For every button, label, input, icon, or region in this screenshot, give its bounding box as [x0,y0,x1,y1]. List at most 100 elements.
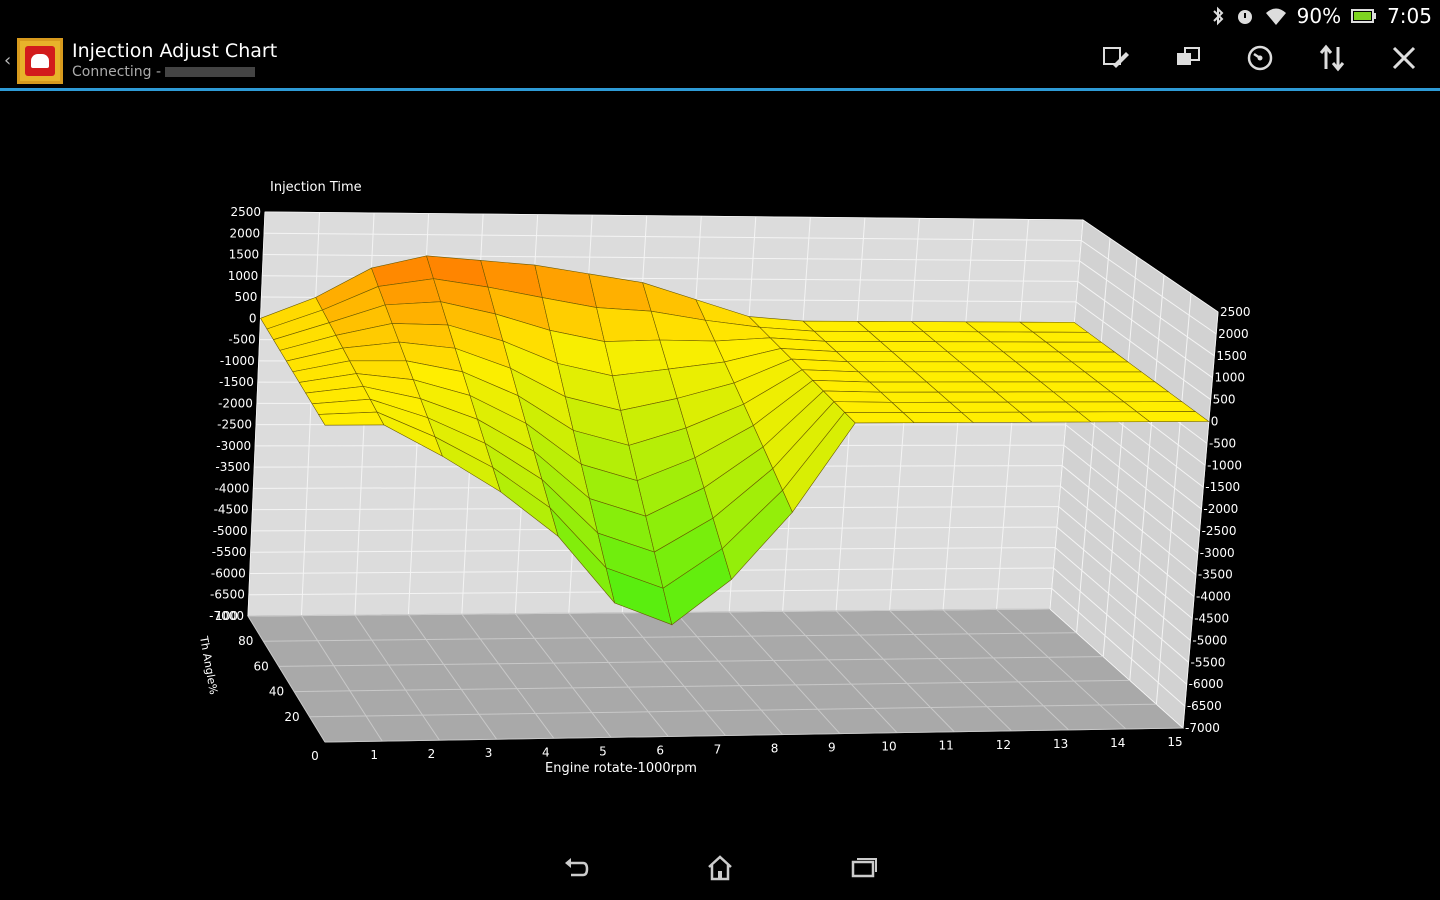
z-tick-label-right: -2500 [1202,524,1237,538]
x-tick-label: 12 [996,738,1011,752]
page-title: Injection Adjust Chart [72,40,278,62]
z-tick-label-right: -7000 [1185,721,1220,735]
x-tick-label: 4 [542,745,550,759]
surface-cell [891,401,963,413]
y-axis-label: Th Angle% [197,634,220,695]
z-tick-label-right: 1500 [1216,349,1247,363]
back-button[interactable] [554,848,598,892]
z-tick-label-left: -6500 [210,588,245,602]
z-tick-label-right: 0 [1211,414,1219,428]
z-tick-label-left: -500 [228,333,255,347]
status-bar: 90% 7:05 [0,0,1440,32]
y-tick-label: 20 [284,710,299,724]
up-caret-icon[interactable]: ‹ [4,50,11,71]
z-tick-label-left: 2000 [230,226,261,240]
x-tick-label: 8 [771,742,779,756]
connection-status: Connecting - [72,63,277,81]
z-tick-label-right: -1000 [1207,458,1242,472]
x-tick-label: 5 [599,744,607,758]
title-block: Injection Adjust Chart Connecting - [72,39,277,81]
z-tick-label-left: -1500 [219,375,254,389]
x-tick-label: 9 [828,741,836,755]
x-tick-label: 7 [714,742,722,756]
back-icon [561,853,591,887]
surface-cell [384,301,449,326]
x-tick-label: 11 [939,739,954,753]
sort-button[interactable] [1296,32,1368,88]
z-tick-label-left: 500 [235,290,258,304]
z-tick-label-left: 2500 [230,205,261,219]
battery-icon [1351,8,1377,24]
action-bar-divider [0,88,1440,91]
x-tick-label: 15 [1167,735,1182,749]
x-tick-label: 0 [311,749,319,763]
z-tick-label-right: -2000 [1203,502,1238,516]
z-tick-label-left: -2500 [217,418,252,432]
surface-cell [843,411,915,424]
z-tick-label-left: -2000 [218,396,253,410]
z-tick-label-right: 500 [1213,393,1236,407]
clock: 7:05 [1387,4,1432,28]
transfer-icon [1173,43,1203,77]
z-tick-label-right: 2000 [1218,327,1249,341]
surface-cell [868,381,940,393]
z-tick-label-left: -3500 [215,460,250,474]
connection-status-text: Connecting - [72,64,162,80]
z-tick-label-right: 1000 [1214,371,1245,385]
action-bar: ‹ Injection Adjust Chart Connecting - [0,32,1440,91]
tools-button[interactable] [1368,32,1440,88]
z-tick-label-right: -4000 [1196,590,1231,604]
z-tick-label-right: -6000 [1189,677,1224,691]
sort-icon [1317,43,1347,77]
device-id-redacted [165,67,256,77]
battery-percent: 90% [1296,4,1342,28]
bluetooth-icon [1211,6,1225,26]
z-tick-label-left: -3000 [216,439,251,453]
z-tick-label-left: -5000 [213,524,248,538]
chart-title: Injection Time [270,180,362,195]
app-logo-icon[interactable] [17,38,63,84]
gauge-icon [1245,43,1275,77]
recent-apps-button[interactable] [842,848,886,892]
tools-icon [1389,43,1419,77]
x-tick-label: 10 [881,740,896,754]
injection-surface-chart[interactable]: 2500 2500 2000 2000 1500 1500 1000 1000 500 500 0 0… [0,92,1440,832]
x-tick-label: 14 [1110,736,1125,750]
z-tick-label-right: -3000 [1200,546,1235,560]
x-axis-label: Engine rotate-1000rpm [545,761,697,776]
action-buttons [1080,32,1440,88]
wifi-icon [1265,6,1287,26]
x-tick-label: 3 [485,746,493,760]
y-tick-label: 40 [269,685,284,699]
transfer-button[interactable] [1152,32,1224,88]
home-icon [705,853,735,887]
z-tick-label-left: -5500 [212,545,247,559]
z-tick-label-left: -6000 [211,566,246,580]
z-tick-label-left: -4500 [214,503,249,517]
z-tick-label-right: -5500 [1191,655,1226,669]
z-tick-label-right: 2500 [1220,305,1251,319]
navigation-bar [0,840,1440,900]
z-tick-label-right: -1500 [1205,480,1240,494]
z-tick-label-left: -1000 [220,354,255,368]
x-tick-label: 6 [656,743,664,757]
y-tick-label: 100 [215,609,238,623]
z-tick-label-right: -6500 [1187,699,1222,713]
home-button[interactable] [698,848,742,892]
surface-cell [596,307,661,342]
z-tick-label-left: 1500 [229,248,260,262]
floor [247,608,1185,743]
recent-apps-icon [849,853,879,887]
x-tick-label: 1 [370,748,378,762]
x-tick-label: 2 [428,747,436,761]
x-tick-label: 13 [1053,737,1068,751]
surface-chart-svg: 2500250020002000150015001000100050050000… [197,180,1251,776]
z-tick-label-right: -4500 [1194,612,1229,626]
z-tick-label-left: -4000 [214,481,249,495]
surface-cell [902,412,974,424]
z-tick-label-right: -3500 [1198,568,1233,582]
edit-button[interactable] [1080,32,1152,88]
z-tick-label-right: -500 [1209,436,1236,450]
gauge-button[interactable] [1224,32,1296,88]
alarm-icon [1235,6,1255,26]
